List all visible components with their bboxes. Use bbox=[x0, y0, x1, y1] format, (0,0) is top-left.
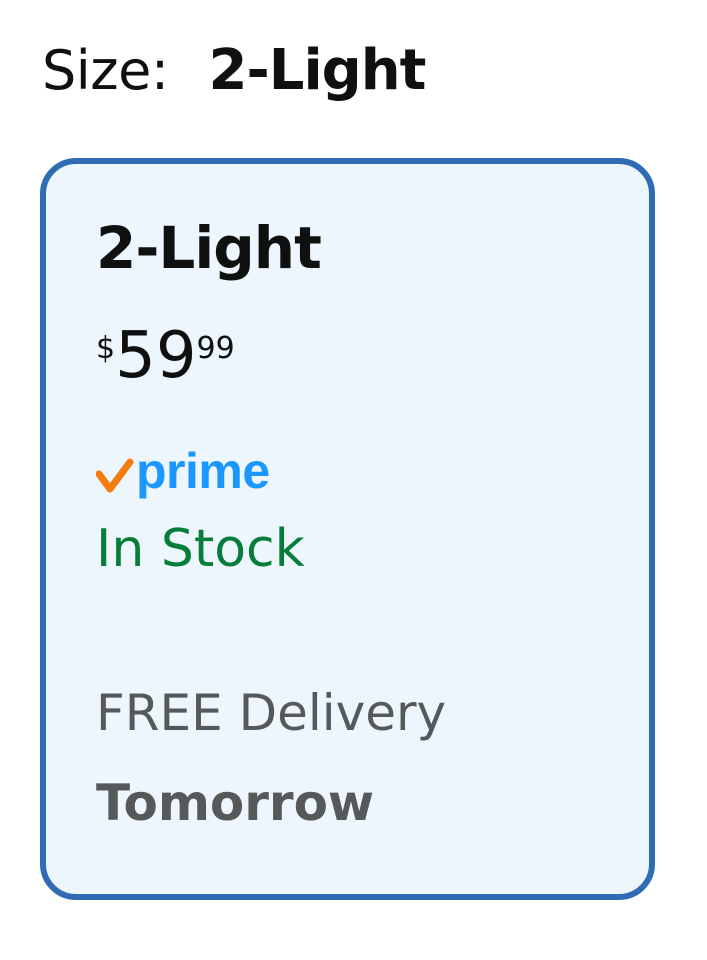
checkmark-icon bbox=[96, 458, 134, 493]
delivery-text: FREE Delivery bbox=[96, 684, 447, 742]
selected-size-value: 2-Light bbox=[208, 37, 427, 103]
size-option-2-light[interactable]: 2-Light $ 59 99 prime In Stock FREE Deli… bbox=[40, 158, 655, 900]
option-price: $ 59 99 bbox=[96, 324, 235, 388]
price-whole: 59 bbox=[115, 319, 197, 393]
size-label: Size: bbox=[42, 38, 169, 102]
price-symbol: $ bbox=[96, 331, 116, 366]
price-fraction: 99 bbox=[196, 331, 235, 366]
size-selector-header: Size: 2-Light bbox=[42, 30, 427, 110]
option-name: 2-Light bbox=[96, 214, 322, 282]
prime-badge: prime bbox=[96, 442, 270, 500]
delivery-date: Tomorrow bbox=[96, 774, 375, 832]
availability-status: In Stock bbox=[96, 519, 305, 579]
prime-label: prime bbox=[136, 443, 270, 499]
